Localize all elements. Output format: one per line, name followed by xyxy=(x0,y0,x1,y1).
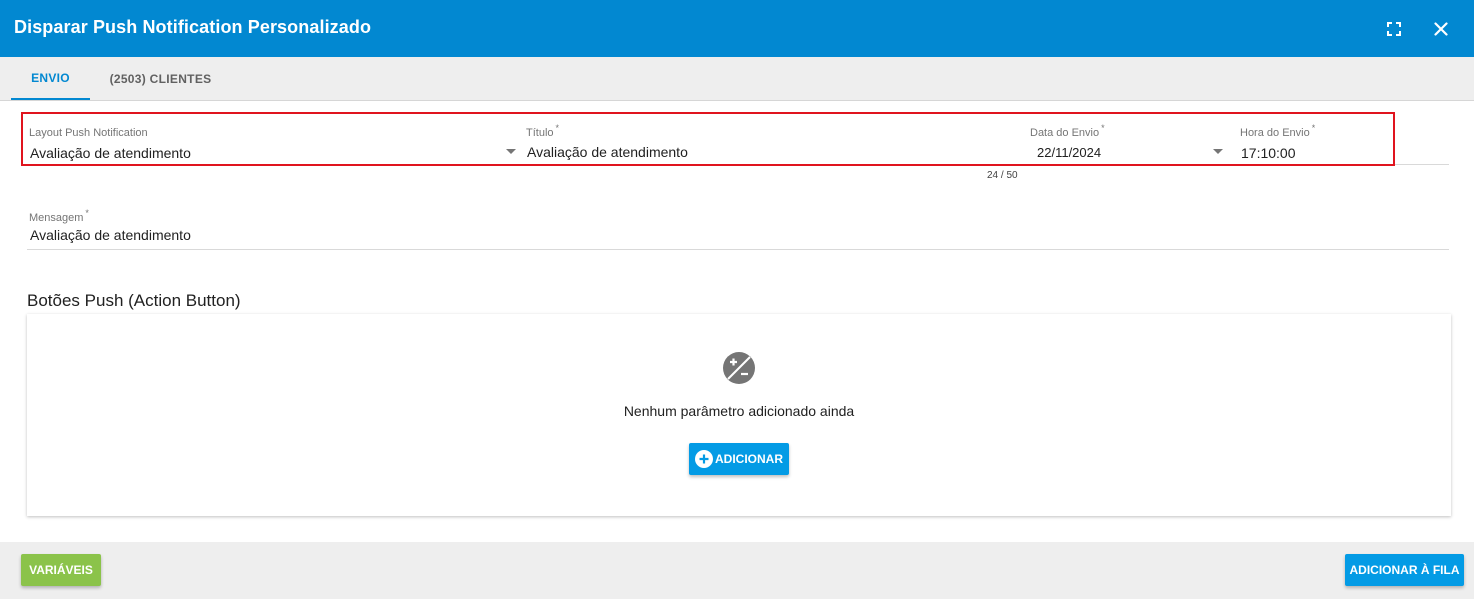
add-parameter-label: ADICIONAR xyxy=(715,452,783,466)
tab-bar: ENVIO (2503) CLIENTES xyxy=(0,57,1474,101)
close-button[interactable] xyxy=(1427,15,1455,43)
tab-envio[interactable]: ENVIO xyxy=(11,57,90,100)
close-icon xyxy=(1434,22,1448,36)
variables-button[interactable]: VARIÁVEIS xyxy=(21,554,101,586)
dialog-footer: VARIÁVEIS ADICIONAR À FILA xyxy=(0,542,1474,599)
add-circle-icon xyxy=(695,450,713,468)
mensagem-underline xyxy=(27,249,1449,250)
data-envio-label-wrap: Data do Envio * xyxy=(1030,123,1105,141)
layout-push-label: Layout Push Notification xyxy=(29,127,148,139)
dialog-header: Disparar Push Notification Personalizado xyxy=(0,0,1474,57)
data-envio-label: Data do Envio xyxy=(1030,127,1100,139)
hora-envio-required-mark: * xyxy=(1311,123,1316,133)
add-parameter-button[interactable]: ADICIONAR xyxy=(689,443,789,475)
layout-dropdown-icon[interactable] xyxy=(506,149,516,154)
plus-minus-circle-icon xyxy=(723,352,755,384)
date-dropdown-icon[interactable] xyxy=(1213,149,1223,154)
titulo-label: Título xyxy=(526,127,554,139)
mensagem-input[interactable]: Avaliação de atendimento xyxy=(30,227,191,243)
hora-envio-label: Hora do Envio xyxy=(1240,127,1310,139)
mensagem-label: Mensagem xyxy=(29,212,84,224)
highlight-box xyxy=(21,112,1395,166)
titulo-label-wrap: Título * xyxy=(526,123,559,141)
data-envio-required-mark: * xyxy=(1101,123,1105,133)
mensagem-label-wrap: Mensagem * xyxy=(29,208,89,226)
mensagem-required-mark: * xyxy=(85,208,89,218)
layout-push-label-wrap: Layout Push Notification xyxy=(29,123,148,141)
add-to-queue-button[interactable]: ADICIONAR À FILA xyxy=(1345,554,1464,586)
hora-envio-label-wrap: Hora do Envio * xyxy=(1240,123,1315,141)
titulo-input[interactable]: Avaliação de atendimento xyxy=(527,144,688,160)
row-underline xyxy=(1395,164,1449,165)
titulo-required-mark: * xyxy=(555,123,560,133)
tab-clientes[interactable]: (2503) CLIENTES xyxy=(98,57,223,100)
hora-envio-input[interactable]: 17:10:00 xyxy=(1241,145,1296,161)
fullscreen-icon xyxy=(1387,22,1401,36)
titulo-char-counter: 24 / 50 xyxy=(987,170,1018,181)
data-envio-input[interactable]: 22/11/2024 xyxy=(1037,145,1101,160)
fullscreen-button[interactable] xyxy=(1380,15,1408,43)
section-title: Botões Push (Action Button) xyxy=(27,291,241,310)
dialog-title: Disparar Push Notification Personalizado xyxy=(14,17,372,37)
action-buttons-card: Nenhum parâmetro adicionado ainda ADICIO… xyxy=(27,314,1451,516)
layout-push-select[interactable]: Avaliação de atendimento xyxy=(30,145,191,161)
empty-state-text: Nenhum parâmetro adicionado ainda xyxy=(623,403,855,419)
